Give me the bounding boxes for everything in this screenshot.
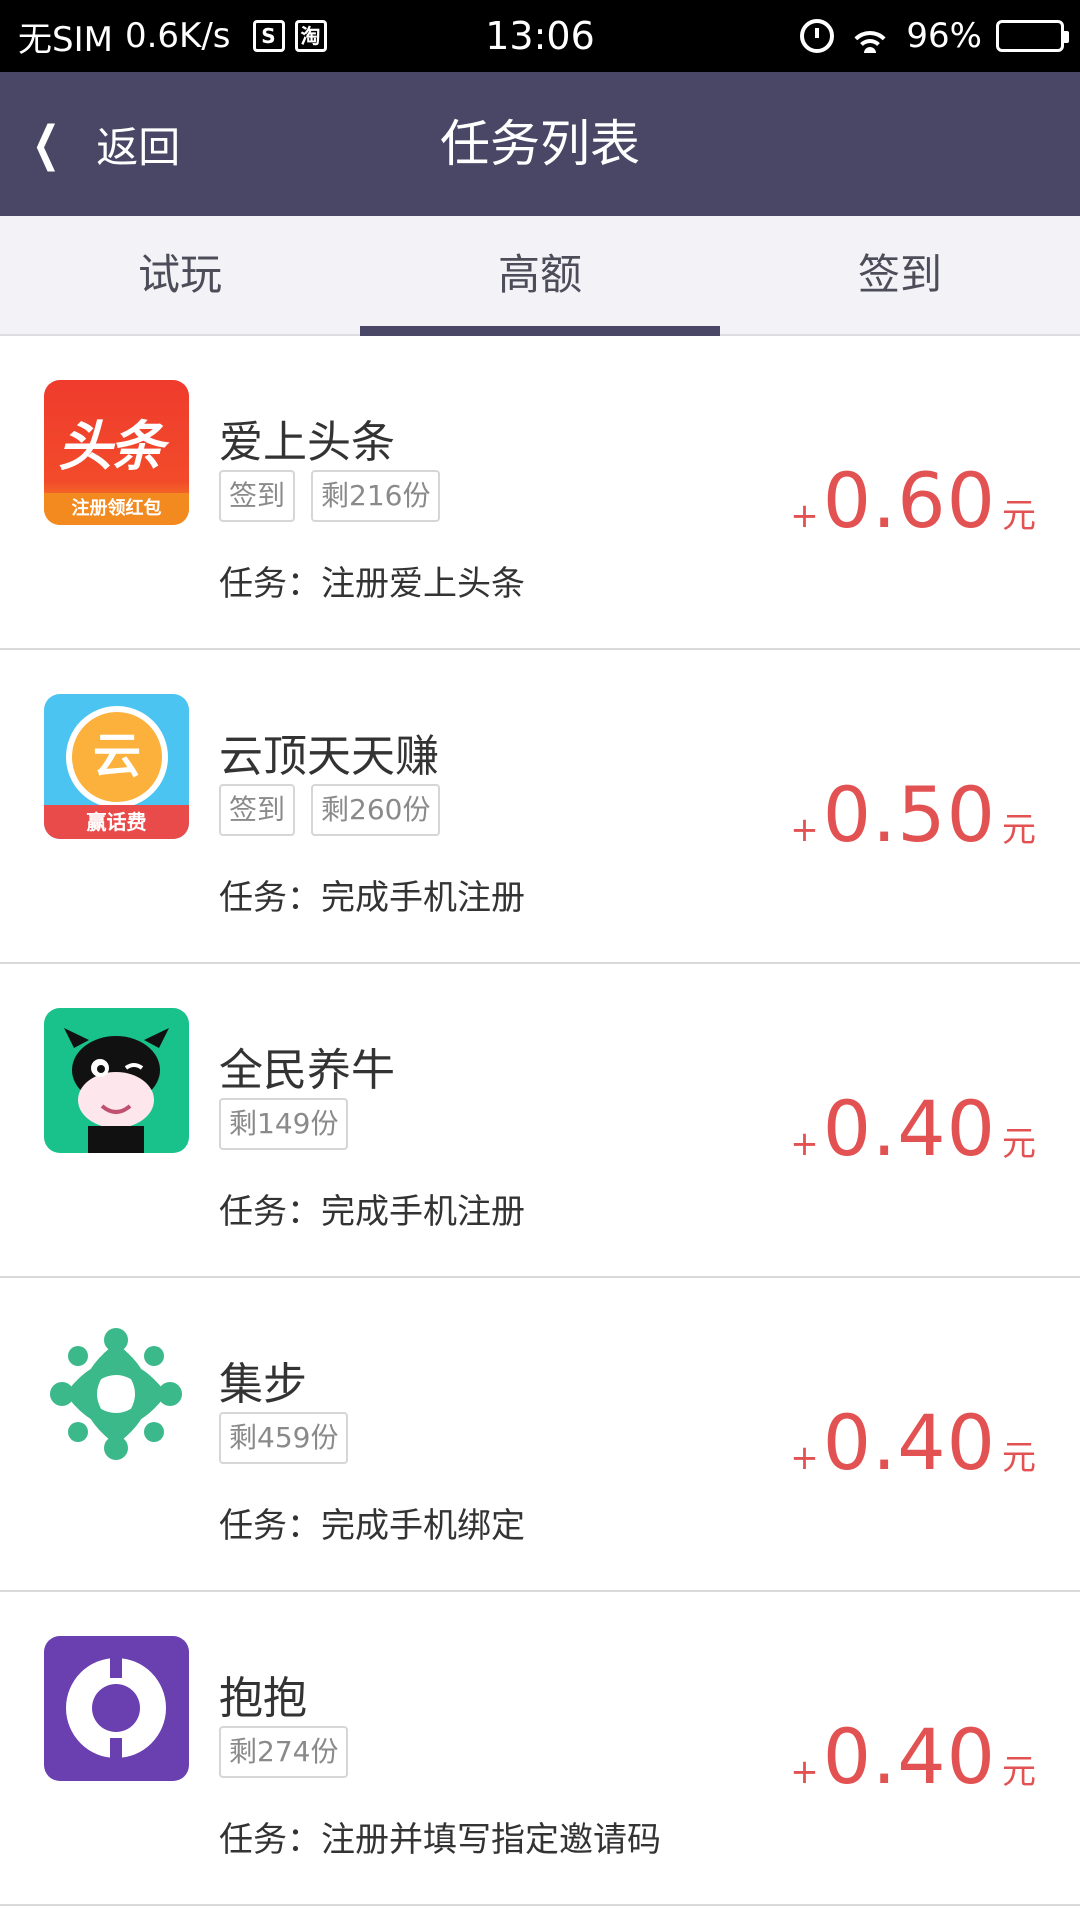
tab-trial[interactable]: 试玩: [0, 216, 360, 334]
checkin-tag: 签到: [219, 470, 296, 522]
task-description: 任务：注册并填写指定邀请码: [219, 1820, 661, 1860]
task-item[interactable]: 抱抱 剩274份 任务：注册并填写指定邀请码 + 0.40 元: [0, 1592, 1080, 1906]
app-name: 抱抱: [219, 1673, 307, 1724]
tag-group: 剩459份: [219, 1412, 364, 1464]
status-right: 96%: [786, 0, 1069, 72]
tab-high-reward[interactable]: 高额: [360, 216, 720, 336]
task-description: 任务：注册爱上头条: [219, 564, 525, 604]
app-name: 集步: [219, 1359, 307, 1410]
app-name: 云顶天天赚: [219, 731, 439, 782]
battery-percent: 96%: [906, 16, 982, 56]
reward-amount: + 0.40 元: [790, 1712, 1036, 1801]
app-name: 全民养牛: [219, 1045, 395, 1096]
app-header: ❮ 返回 任务列表: [0, 72, 1080, 216]
task-item[interactable]: 集步 剩459份 任务：完成手机绑定 + 0.40 元: [0, 1278, 1080, 1592]
baobao-app-icon: [44, 1636, 189, 1781]
tag-group: 剩149份: [219, 1098, 364, 1150]
remaining-tag: 剩274份: [219, 1726, 349, 1778]
tab-checkin[interactable]: 签到: [720, 216, 1080, 334]
task-description: 任务：完成手机注册: [219, 878, 525, 918]
tag-group: 剩274份: [219, 1726, 364, 1778]
remaining-tag: 剩149份: [219, 1098, 349, 1150]
remaining-tag: 剩260份: [311, 784, 441, 836]
toutiao-app-icon: 头条 注册领红包: [44, 380, 189, 525]
cow-app-icon: [44, 1008, 189, 1153]
task-description: 任务：完成手机绑定: [219, 1506, 525, 1546]
remaining-tag: 剩459份: [219, 1412, 349, 1464]
tag-group: 签到 剩216份: [219, 470, 456, 522]
task-item[interactable]: 云 赢话费 云顶天天赚 签到 剩260份 任务：完成手机注册 + 0.50 元: [0, 650, 1080, 964]
wifi-icon: [848, 19, 893, 53]
task-list: 头条 注册领红包 爱上头条 签到 剩216份 任务：注册爱上头条 + 0.60 …: [0, 336, 1080, 1906]
remaining-tag: 剩216份: [311, 470, 441, 522]
task-item[interactable]: 全民养牛 剩149份 任务：完成手机注册 + 0.40 元: [0, 964, 1080, 1278]
app-name: 爱上头条: [219, 417, 395, 468]
reward-amount: + 0.60 元: [790, 456, 1036, 545]
status-bar: 无SIM 0.6K/s S 淘 13:06 96%: [0, 0, 1080, 72]
battery-icon: [996, 20, 1069, 52]
reward-amount: + 0.40 元: [790, 1398, 1036, 1487]
task-description: 任务：完成手机注册: [219, 1192, 525, 1232]
yunding-app-icon: 云 赢话费: [44, 694, 189, 839]
tab-bar: 试玩 高额 签到: [0, 216, 1080, 336]
reward-amount: + 0.40 元: [790, 1084, 1036, 1173]
checkin-tag: 签到: [219, 784, 296, 836]
page-title: 任务列表: [440, 115, 640, 173]
task-item[interactable]: 头条 注册领红包 爱上头条 签到 剩216份 任务：注册爱上头条 + 0.60 …: [0, 336, 1080, 650]
reward-amount: + 0.50 元: [790, 770, 1036, 859]
jibu-app-icon: [44, 1322, 189, 1467]
alarm-icon: [800, 19, 835, 53]
tag-group: 签到 剩260份: [219, 784, 456, 836]
